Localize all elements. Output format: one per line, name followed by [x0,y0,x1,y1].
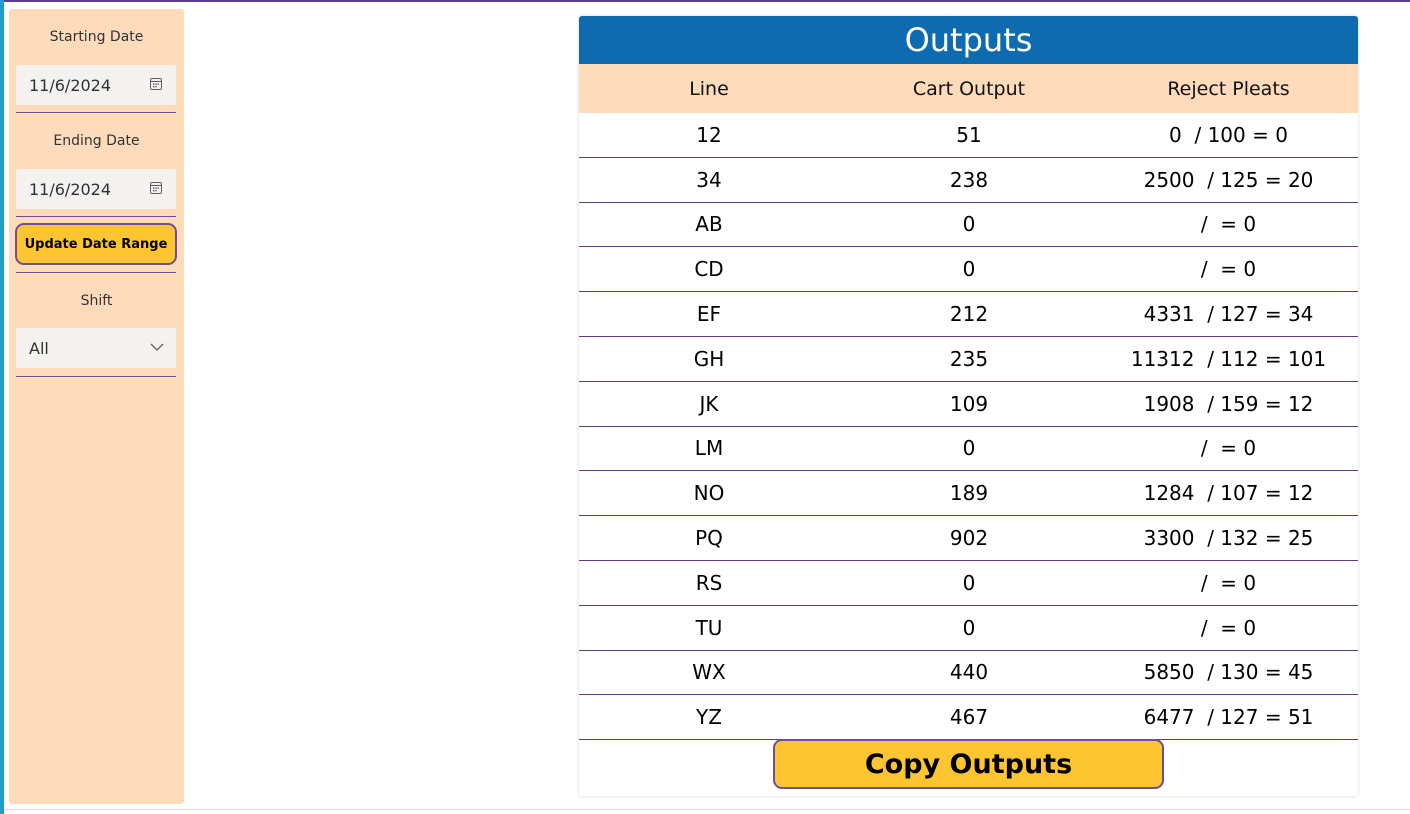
reject-pleats-cell: / = 0 [1200,570,1257,595]
reject-pleats-cell: / = 0 [1200,257,1257,282]
cart-output-cell: 0 [962,436,976,461]
shift-dropdown[interactable]: All [16,328,176,368]
cart-output-cell: 0 [962,257,976,282]
starting-date-value: 11/6/2024 [29,75,112,95]
app-screen: Starting Date 11/6/2024 Ending Date 11/6… [0,0,1410,814]
reject-pleats-cell: 3300 / 132 = 25 [1143,526,1314,551]
reject-pleats-cell: 2500 / 125 = 20 [1143,167,1314,192]
line-cell: CD [694,257,724,282]
sidebar-divider [16,216,176,217]
line-cell: 12 [696,122,722,147]
line-cell: AB [695,212,723,237]
reject-pleats-cell: 1284 / 107 = 12 [1143,481,1314,506]
table-row: WX 440 5850 / 130 = 45 [579,651,1358,696]
bottom-border [4,809,1410,810]
cart-output-cell: 0 [962,212,976,237]
copy-outputs-button[interactable]: Copy Outputs [773,739,1164,789]
filter-sidebar: Starting Date 11/6/2024 Ending Date 11/6… [9,9,184,804]
line-cell: NO [693,481,725,506]
cart-output-cell: 235 [949,346,989,371]
column-header-reject-pleats: Reject Pleats [1167,77,1290,100]
left-edge-bar [0,0,4,814]
chevron-down-icon[interactable] [150,342,164,352]
reject-pleats-cell: 5850 / 130 = 45 [1143,660,1314,685]
sidebar-divider [16,272,176,273]
sidebar-divider [16,376,176,377]
table-row: PQ 902 3300 / 132 = 25 [579,516,1358,561]
reject-pleats-cell: 11312 / 112 = 101 [1130,346,1327,371]
cart-output-cell: 902 [949,526,989,551]
reject-pleats-cell: / = 0 [1200,615,1257,640]
update-date-range-button[interactable]: Update Date Range [15,223,177,265]
calendar-icon[interactable] [150,78,162,90]
starting-date-label: Starting Date [49,29,144,45]
cart-output-cell: 51 [956,122,982,147]
line-cell: YZ [696,705,722,730]
reject-pleats-cell: 4331 / 127 = 34 [1143,302,1314,327]
sidebar-divider [16,112,176,113]
table-row: NO 189 1284 / 107 = 12 [579,471,1358,517]
table-row: JK 109 1908 / 159 = 12 [579,382,1358,427]
table-row: AB 0 / = 0 [579,203,1358,248]
table-row: YZ 467 6477 / 127 = 51 [579,695,1358,741]
cart-output-cell: 212 [949,302,989,327]
shift-label: Shift [80,293,113,309]
line-cell: 34 [696,167,722,192]
ending-date-value: 11/6/2024 [29,179,112,199]
reject-pleats-cell: 0 / 100 = 0 [1169,122,1288,147]
line-cell: PQ [695,526,723,551]
cart-output-cell: 0 [962,615,976,640]
column-header-line: Line [689,77,729,100]
line-cell: WX [692,660,726,685]
reject-pleats-cell: / = 0 [1200,436,1257,461]
outputs-title: Outputs [579,16,1358,64]
ending-date-picker[interactable]: 11/6/2024 [16,169,176,209]
cart-output-cell: 109 [949,391,989,416]
reject-pleats-cell: 6477 / 127 = 51 [1143,705,1314,730]
table-row: TU 0 / = 0 [579,606,1358,651]
outputs-panel: Outputs Line Cart Output Reject Pleats 1… [579,16,1358,796]
table-row: LM 0 / = 0 [579,427,1358,472]
line-cell: EF [696,302,722,327]
cart-output-cell: 467 [949,705,989,730]
table-row: 34 238 2500 / 125 = 20 [579,158,1358,203]
line-cell: TU [695,615,723,640]
table-row: GH 235 11312 / 112 = 101 [579,337,1358,382]
starting-date-picker[interactable]: 11/6/2024 [16,65,176,105]
calendar-icon[interactable] [150,182,162,194]
cart-output-cell: 0 [962,570,976,595]
table-row: EF 212 4331 / 127 = 34 [579,292,1358,337]
table-row: RS 0 / = 0 [579,561,1358,606]
table-row: CD 0 / = 0 [579,247,1358,293]
line-cell: LM [694,436,724,461]
reject-pleats-cell: 1908 / 159 = 12 [1143,391,1314,416]
reject-pleats-cell: / = 0 [1200,212,1257,237]
table-row: 12 51 0 / 100 = 0 [579,113,1358,158]
cart-output-cell: 440 [949,660,989,685]
line-cell: JK [699,391,719,416]
cart-output-cell: 238 [949,167,989,192]
line-cell: GH [693,346,725,371]
line-cell: RS [695,570,723,595]
outputs-table-body: 12 51 0 / 100 = 0 34 238 2500 / 125 = 20… [579,113,1358,741]
cart-output-cell: 189 [949,481,989,506]
column-header-cart-output: Cart Output [912,77,1026,100]
ending-date-label: Ending Date [53,133,140,149]
table-header: Line Cart Output Reject Pleats [579,64,1358,113]
shift-selected-value: All [29,338,49,358]
top-border [0,0,1410,2]
